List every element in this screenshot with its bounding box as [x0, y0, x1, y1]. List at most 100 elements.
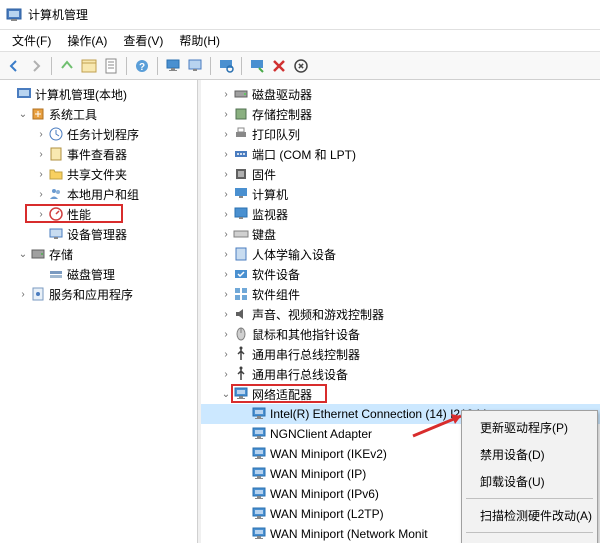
device-category[interactable]: › 端口 (COM 和 LPT): [201, 144, 600, 164]
device-category[interactable]: ›人体学输入设备: [201, 244, 600, 264]
expand-icon[interactable]: ›: [219, 347, 233, 361]
menu-action[interactable]: 操作(A): [59, 30, 115, 51]
menu-scan-hardware[interactable]: 扫描检测硬件改动(A): [464, 502, 595, 529]
folder-icon: [48, 166, 64, 182]
tree-root[interactable]: 计算机管理(本地): [0, 84, 197, 104]
up-button[interactable]: [57, 56, 77, 76]
device-category-network[interactable]: ⌄网络适配器: [201, 384, 600, 404]
tree-item-shared-folders[interactable]: › 共享文件夹: [0, 164, 197, 184]
expand-icon[interactable]: ›: [219, 207, 233, 221]
device-category[interactable]: › 监视器: [201, 204, 600, 224]
blank-exp: [34, 227, 48, 241]
device-category[interactable]: › 软件设备: [201, 264, 600, 284]
uninstall-button[interactable]: [291, 56, 311, 76]
disable-button[interactable]: [269, 56, 289, 76]
tree-item-event-viewer[interactable]: › 事件查看器: [0, 144, 197, 164]
properties-button[interactable]: [101, 56, 121, 76]
perf-icon: [48, 206, 64, 222]
help-button[interactable]: ?: [132, 56, 152, 76]
collapse-icon[interactable]: ⌄: [16, 247, 30, 261]
tools-icon: [30, 106, 46, 122]
device-category[interactable]: ›计算机: [201, 184, 600, 204]
category-label: 监视器: [252, 206, 288, 223]
category-label: 磁盘驱动器: [252, 86, 312, 103]
category-label: 软件设备: [252, 266, 300, 283]
category-icon: [233, 366, 249, 382]
expand-icon[interactable]: ›: [219, 247, 233, 261]
menu-view[interactable]: 查看(V): [115, 30, 171, 51]
device-category[interactable]: ›声音、视频和游戏控制器: [201, 304, 600, 324]
blank-exp: [237, 467, 251, 481]
tree-item-performance[interactable]: › 性能: [0, 204, 197, 224]
category-icon: [233, 306, 249, 322]
tree-item-disk-mgmt[interactable]: 磁盘管理: [0, 264, 197, 284]
device-category[interactable]: › 存储控制器: [201, 104, 600, 124]
expand-icon[interactable]: [2, 87, 16, 101]
category-icon: [233, 86, 249, 102]
network-adapter-icon: [251, 426, 267, 442]
expand-icon[interactable]: ›: [16, 287, 30, 301]
expand-icon[interactable]: ›: [219, 87, 233, 101]
scan-button[interactable]: [216, 56, 236, 76]
category-label: 存储控制器: [252, 106, 312, 123]
category-icon: [233, 286, 249, 302]
device-category[interactable]: ›固件: [201, 164, 600, 184]
collapse-icon[interactable]: ⌄: [16, 107, 30, 121]
menu-update-driver[interactable]: 更新驱动程序(P): [464, 414, 595, 441]
category-label: 端口 (COM 和 LPT): [252, 146, 356, 163]
tree-system-tools[interactable]: ⌄ 系统工具: [0, 104, 197, 124]
expand-icon[interactable]: ›: [219, 107, 233, 121]
device-category[interactable]: ›软件组件: [201, 284, 600, 304]
tree-item-device-manager[interactable]: 设备管理器: [0, 224, 197, 244]
expand-icon[interactable]: ›: [34, 207, 48, 221]
expand-icon[interactable]: ›: [219, 167, 233, 181]
event-icon: [48, 146, 64, 162]
expand-icon[interactable]: ›: [219, 327, 233, 341]
expand-icon[interactable]: ›: [219, 127, 233, 141]
category-label: 键盘: [252, 226, 276, 243]
category-icon: [233, 186, 249, 202]
expand-icon[interactable]: ›: [219, 187, 233, 201]
network-adapter-icon: [251, 506, 267, 522]
monitor-icon-button[interactable]: [185, 56, 205, 76]
menu-properties[interactable]: 属性(R): [464, 536, 595, 543]
menu-disable-device[interactable]: 禁用设备(D): [464, 441, 595, 468]
device-category[interactable]: › 键盘: [201, 224, 600, 244]
category-label: 通用串行总线控制器: [252, 346, 360, 363]
expand-icon[interactable]: ›: [219, 287, 233, 301]
right-tree-pane: ›磁盘驱动器›存储控制器›打印队列›端口 (COM 和 LPT)›固件›计算机›…: [201, 80, 600, 543]
device-label: WAN Miniport (IPv6): [270, 487, 379, 501]
device-label: WAN Miniport (IP): [270, 467, 366, 481]
forward-button[interactable]: [26, 56, 46, 76]
tree-storage[interactable]: ⌄ 存储: [0, 244, 197, 264]
tree-item-local-users[interactable]: › 本地用户和组: [0, 184, 197, 204]
expand-icon[interactable]: ›: [34, 187, 48, 201]
expand-icon[interactable]: ›: [34, 147, 48, 161]
tree-item-task-scheduler[interactable]: › 任务计划程序: [0, 124, 197, 144]
menu-uninstall-device[interactable]: 卸载设备(U): [464, 468, 595, 495]
expand-icon[interactable]: ›: [219, 267, 233, 281]
computer-icon-button[interactable]: [163, 56, 183, 76]
enable-button[interactable]: [247, 56, 267, 76]
tree-root-label: 计算机管理(本地): [35, 86, 127, 103]
menu-help[interactable]: 帮助(H): [171, 30, 228, 51]
expand-icon[interactable]: ›: [34, 167, 48, 181]
disk-label: 磁盘管理: [67, 266, 115, 283]
menu-file[interactable]: 文件(F): [4, 30, 59, 51]
expand-icon[interactable]: ›: [219, 227, 233, 241]
device-category[interactable]: › 通用串行总线控制器: [201, 344, 600, 364]
expand-icon[interactable]: ›: [34, 127, 48, 141]
expand-icon[interactable]: ›: [219, 147, 233, 161]
device-category[interactable]: ›鼠标和其他指针设备: [201, 324, 600, 344]
expand-icon[interactable]: ›: [219, 367, 233, 381]
expand-icon[interactable]: ›: [219, 307, 233, 321]
network-adapter-icon: [251, 486, 267, 502]
back-button[interactable]: [4, 56, 24, 76]
device-category[interactable]: › 磁盘驱动器: [201, 84, 600, 104]
tree-services-apps[interactable]: › 服务和应用程序: [0, 284, 197, 304]
collapse-icon[interactable]: ⌄: [219, 387, 233, 401]
device-category[interactable]: ›通用串行总线设备: [201, 364, 600, 384]
menu-bar: 文件(F) 操作(A) 查看(V) 帮助(H): [0, 30, 600, 52]
show-hide-button[interactable]: [79, 56, 99, 76]
device-category[interactable]: ›打印队列: [201, 124, 600, 144]
